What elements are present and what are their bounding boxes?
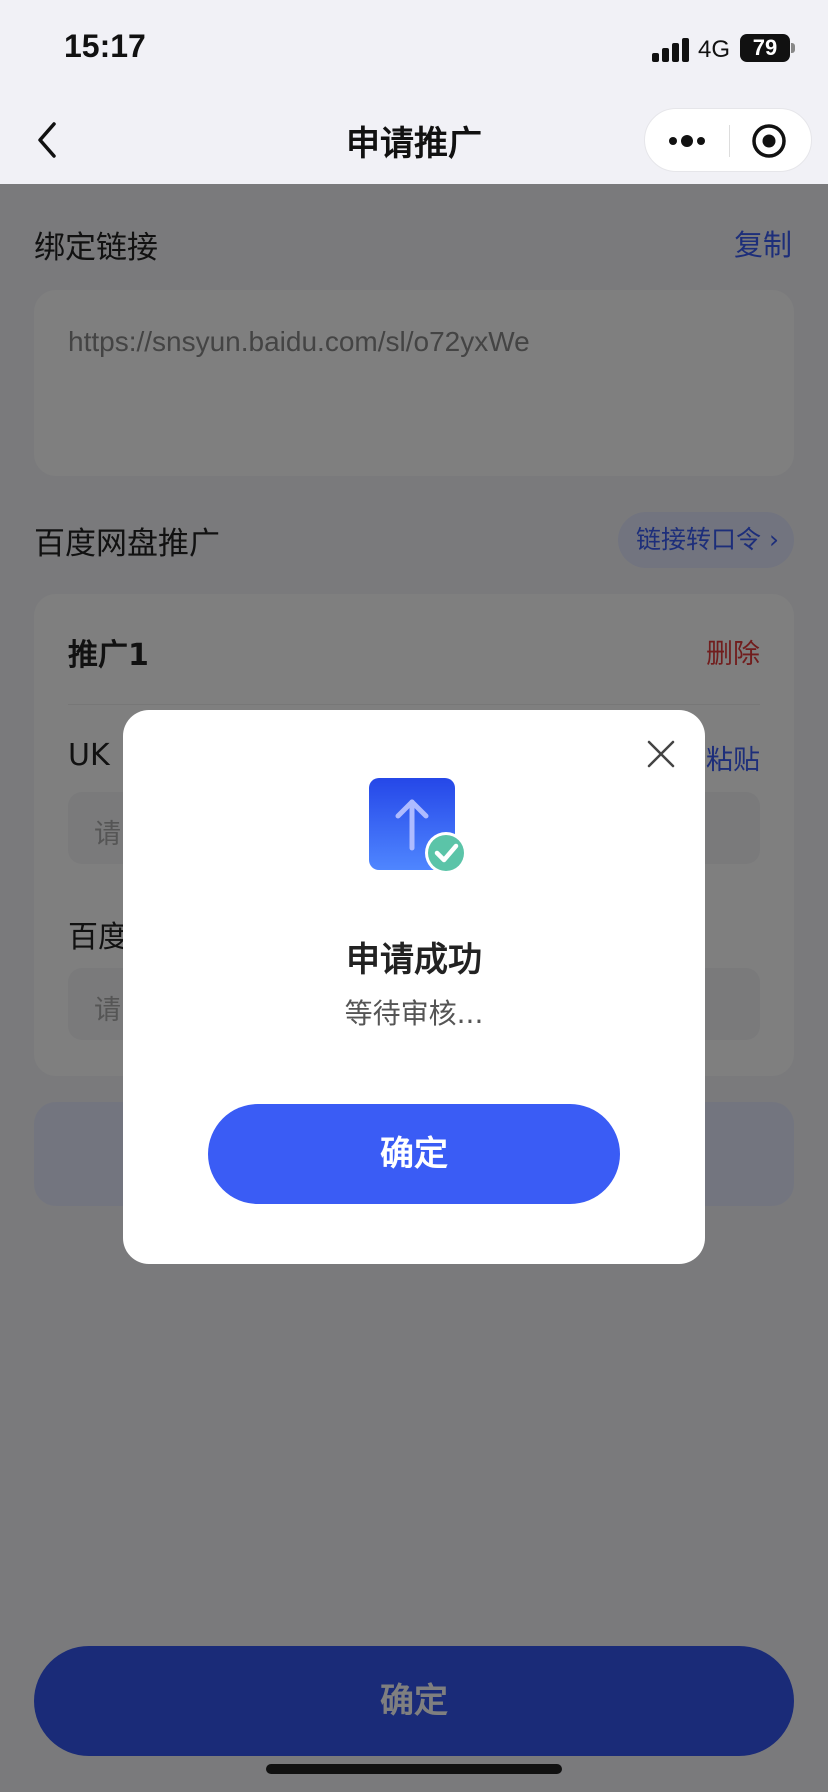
status-time: 15:17 [64, 28, 146, 64]
close-program-icon[interactable] [749, 121, 789, 161]
mini-program-capsule [644, 108, 812, 172]
chevron-left-icon [38, 122, 56, 158]
success-modal: 申请成功 等待审核... 确定 [123, 710, 705, 1264]
nav-bar: 申请推广 [0, 96, 828, 184]
back-button[interactable] [24, 114, 76, 166]
status-bar: 15:17 4G 79 [0, 0, 828, 96]
capsule-divider [729, 125, 730, 157]
home-indicator [266, 1764, 562, 1774]
battery-icon: 79 [740, 34, 790, 62]
more-icon[interactable] [665, 129, 709, 153]
upload-success-icon [369, 778, 469, 878]
signal-icon [652, 36, 692, 62]
modal-title: 申请成功 [346, 940, 482, 980]
network-label: 4G [698, 36, 731, 63]
close-icon[interactable] [645, 738, 677, 770]
modal-subtitle: 等待审核... [344, 997, 484, 1030]
battery-tip [791, 43, 795, 53]
modal-confirm-button[interactable]: 确定 [208, 1104, 620, 1204]
